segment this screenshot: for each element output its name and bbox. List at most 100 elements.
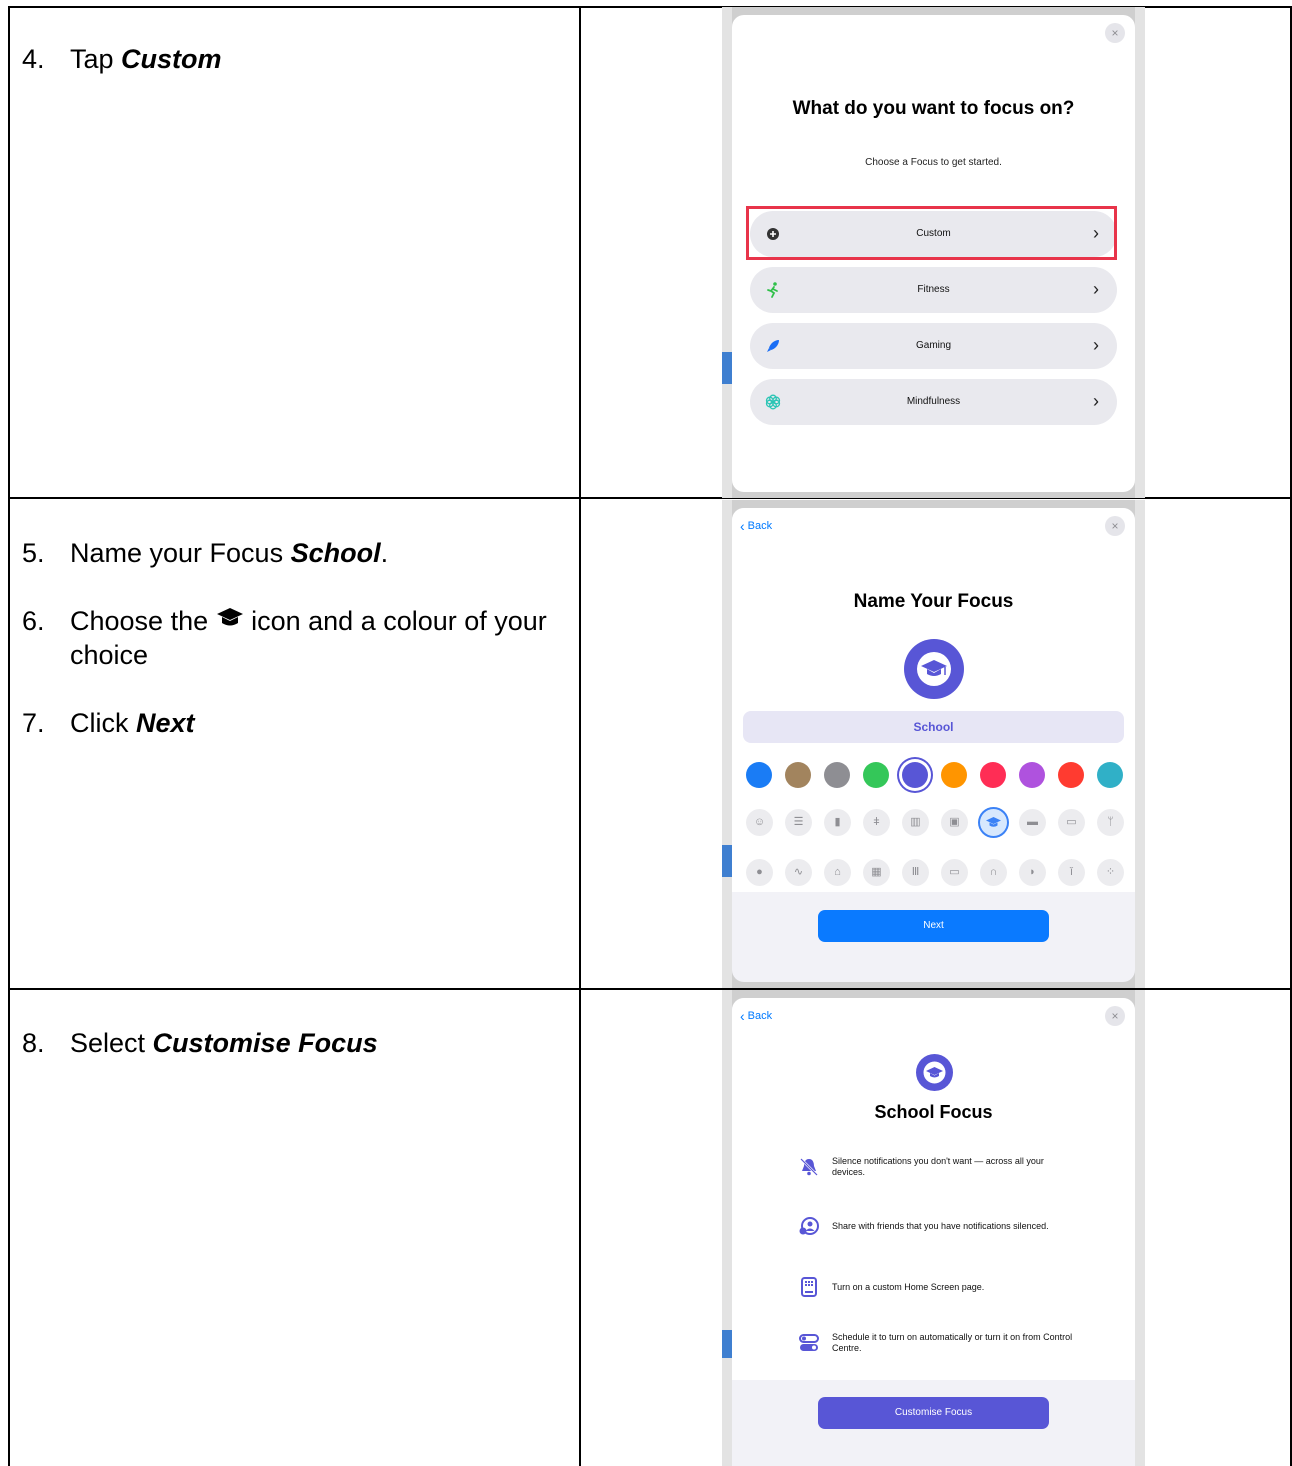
fork-knife-icon[interactable]: ᛘ xyxy=(1097,809,1124,836)
step-text-end: . xyxy=(380,538,389,568)
step-emphasis: Custom xyxy=(121,44,222,74)
screenshot-focus-picker: × What do you want to focus on? Choose a… xyxy=(722,7,1145,498)
screenshot-name-focus: ‹ Back × Name Your Focus School ☺ ☰ ▮ ǂ ▥… xyxy=(722,500,1145,988)
graduation-cap-icon xyxy=(917,652,951,686)
leaf-icon[interactable]: ◗ xyxy=(1019,859,1046,886)
credit-card-icon[interactable]: ▭ xyxy=(1058,809,1085,836)
step-4: 4. Tap Custom xyxy=(22,42,562,76)
chevron-right-icon: › xyxy=(1093,279,1099,299)
sheet-title: What do you want to focus on? xyxy=(792,98,1075,119)
close-button[interactable]: × xyxy=(1105,23,1125,43)
back-button[interactable]: ‹ Back xyxy=(740,518,772,534)
headphones-icon[interactable]: ∩ xyxy=(980,859,1007,886)
color-swatch-indigo[interactable] xyxy=(902,762,928,788)
back-label: Back xyxy=(747,1010,773,1022)
background-strip xyxy=(1135,990,1145,1466)
color-swatch-teal[interactable] xyxy=(1097,762,1123,788)
color-swatch-brown[interactable] xyxy=(785,762,811,788)
gift-icon[interactable]: ▣ xyxy=(941,809,968,836)
step-cell-row-2: 5. Name your Focus School. 6. Choose the… xyxy=(22,536,562,774)
graduation-cap-icon[interactable] xyxy=(980,809,1007,836)
step-emphasis: Next xyxy=(136,708,195,738)
focus-name-field[interactable]: School xyxy=(743,711,1124,743)
step-emphasis: Customise Focus xyxy=(152,1028,378,1058)
option-mindfulness[interactable]: Mindfulness › xyxy=(750,379,1117,425)
option-gaming[interactable]: Gaming › xyxy=(750,323,1117,369)
back-label: Back xyxy=(747,520,773,532)
stethoscope-icon[interactable]: ∿ xyxy=(785,859,812,886)
focus-icon-preview xyxy=(904,639,964,699)
color-swatch-red[interactable] xyxy=(1058,762,1084,788)
color-swatch-purple[interactable] xyxy=(1019,762,1045,788)
school-focus-sheet: ‹ Back × School Focus Silence notificatio… xyxy=(732,998,1135,1466)
customise-focus-button[interactable]: Customise Focus xyxy=(818,1397,1049,1429)
background-strip xyxy=(722,7,732,498)
step-number: 5. xyxy=(22,538,45,568)
feature-home-screen: Turn on a custom Home Screen page. xyxy=(798,1276,1075,1298)
books-icon[interactable]: ▥ xyxy=(902,809,929,836)
next-button[interactable]: Next xyxy=(818,910,1049,942)
document-icon[interactable]: ▬ xyxy=(1019,809,1046,836)
home-screen-page-icon xyxy=(801,1277,817,1297)
color-swatch-orange[interactable] xyxy=(941,762,967,788)
background-selection-bar xyxy=(722,1330,732,1358)
icon-picker-row-1: ☺ ☰ ▮ ǂ ▥ ▣ ▬ ▭ ᛘ xyxy=(746,809,1124,836)
graduation-cap-icon xyxy=(923,1061,946,1084)
table-column-divider xyxy=(579,6,581,1466)
focus-picker-sheet: × What do you want to focus on? Choose a… xyxy=(732,15,1135,492)
background-strip xyxy=(722,990,732,1466)
step-number: 7. xyxy=(22,708,45,738)
feature-text: Turn on a custom Home Screen page. xyxy=(832,1281,985,1292)
table-border-left xyxy=(8,6,10,1466)
icon-picker-row-2: ● ∿ ⌂ ▦ Ⅲ ▭ ∩ ◗ ǐ ⁘ xyxy=(746,859,1124,886)
option-label: Mindfulness xyxy=(906,396,961,407)
background-strip xyxy=(1135,500,1145,988)
color-swatch-gray[interactable] xyxy=(824,762,850,788)
close-button[interactable]: × xyxy=(1105,1006,1125,1026)
sheet-title: Name Your Focus xyxy=(853,591,1014,612)
option-fitness[interactable]: Fitness › xyxy=(750,267,1117,313)
back-button[interactable]: ‹ Back xyxy=(740,1008,772,1024)
step-number: 4. xyxy=(22,44,45,74)
color-swatch-blue[interactable] xyxy=(746,762,772,788)
feature-silence: Silence notifications you don't want — a… xyxy=(798,1156,1075,1178)
step-5: 5. Name your Focus School. xyxy=(22,536,562,570)
smiley-icon[interactable]: ☺ xyxy=(746,809,773,836)
feature-schedule: Schedule it to turn on automatically or … xyxy=(798,1332,1075,1354)
step-text: Choose the xyxy=(70,606,216,636)
list-icon[interactable]: ☰ xyxy=(785,809,812,836)
chevron-right-icon: › xyxy=(1093,335,1099,355)
chevron-right-icon: › xyxy=(1093,391,1099,411)
step-cell-row-1: 4. Tap Custom xyxy=(22,42,562,110)
paw-icon[interactable]: ⁘ xyxy=(1097,859,1124,886)
close-button[interactable]: × xyxy=(1105,516,1125,536)
pills-icon[interactable]: ● xyxy=(746,859,773,886)
pin-icon[interactable]: ǂ xyxy=(863,809,890,836)
person-icon[interactable]: ǐ xyxy=(1058,859,1085,886)
feature-text: Share with friends that you have notific… xyxy=(832,1220,1049,1231)
graduation-cap-icon xyxy=(216,608,243,626)
feature-text: Silence notifications you don't want — a… xyxy=(832,1156,1044,1177)
toggle-schedule-icon xyxy=(799,1334,819,1351)
feature-share: Share with friends that you have notific… xyxy=(798,1215,1075,1237)
step-text: Tap xyxy=(70,44,122,74)
color-swatch-pink[interactable] xyxy=(980,762,1006,788)
step-6: 6. Choose the icon and a colour of your … xyxy=(22,604,562,672)
step-text: Select xyxy=(70,1028,153,1058)
background-selection-bar xyxy=(722,845,732,877)
option-label: Fitness xyxy=(917,284,950,295)
display-icon[interactable]: ▭ xyxy=(941,859,968,886)
step-7: 7. Click Next xyxy=(22,706,562,740)
background-strip xyxy=(1135,7,1145,498)
building-icon[interactable]: ▦ xyxy=(863,859,890,886)
feature-text: Schedule it to turn on automatically or … xyxy=(832,1332,1073,1353)
step-text: Name your Focus xyxy=(70,538,291,568)
step-text: Click xyxy=(70,708,136,738)
house-icon[interactable]: ⌂ xyxy=(824,859,851,886)
step-cell-row-3: 8. Select Customise Focus xyxy=(22,1026,562,1094)
bookmark-icon[interactable]: ▮ xyxy=(824,809,851,836)
bank-icon[interactable]: Ⅲ xyxy=(902,859,929,886)
sheet-subtitle: Choose a Focus to get started. xyxy=(865,157,1002,168)
table-border-right xyxy=(1290,6,1292,1466)
color-swatch-green[interactable] xyxy=(863,762,889,788)
